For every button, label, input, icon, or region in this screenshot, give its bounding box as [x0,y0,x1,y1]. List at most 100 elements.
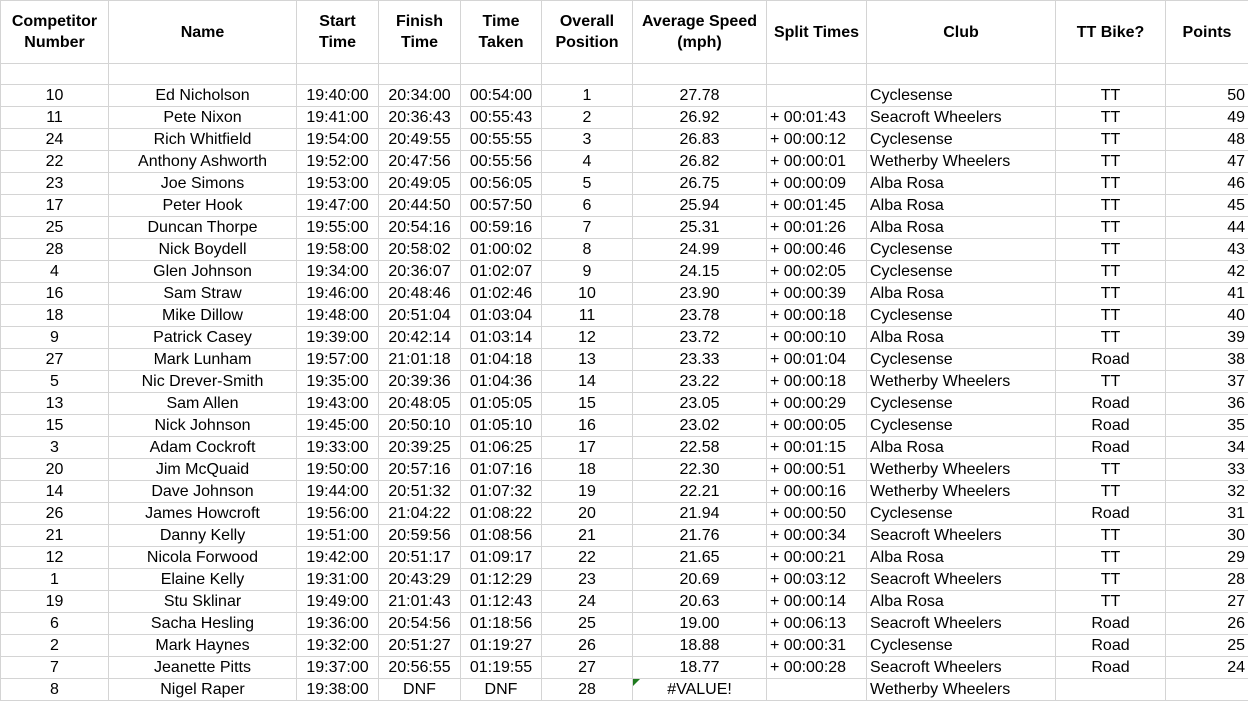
cell-time-taken[interactable]: 01:08:22 [460,502,542,525]
cell-name[interactable]: Jeanette Pitts [108,656,297,679]
cell-average-speed[interactable]: 23.72 [632,326,767,349]
cell-name[interactable]: Sam Straw [108,282,297,305]
cell-overall-position[interactable]: 9 [541,260,633,283]
cell-club[interactable]: Cyclesense [866,414,1056,437]
header-split-times[interactable]: Split Times [766,0,867,64]
cell-average-speed[interactable]: 22.58 [632,436,767,459]
cell-split-time[interactable]: + 00:00:39 [766,282,867,305]
cell-points[interactable]: 46 [1165,172,1248,195]
cell-name[interactable]: Joe Simons [108,172,297,195]
cell-average-speed[interactable]: 22.21 [632,480,767,503]
cell-average-speed[interactable]: 26.82 [632,150,767,173]
cell-finish-time[interactable]: 20:49:55 [378,128,461,151]
cell-club[interactable]: Wetherby Wheelers [866,678,1056,701]
cell-name[interactable]: Mike Dillow [108,304,297,327]
cell-split-time[interactable]: + 00:00:18 [766,370,867,393]
cell-club[interactable]: Alba Rosa [866,216,1056,239]
cell-tt-bike[interactable]: Road [1055,656,1166,679]
cell-club[interactable]: Seacroft Wheelers [866,524,1056,547]
cell[interactable] [378,63,461,85]
cell-time-taken[interactable]: 01:19:27 [460,634,542,657]
cell-finish-time[interactable]: 20:48:46 [378,282,461,305]
cell-average-speed[interactable]: 23.22 [632,370,767,393]
cell-time-taken[interactable]: 01:00:02 [460,238,542,261]
cell-club[interactable]: Wetherby Wheelers [866,150,1056,173]
cell-start-time[interactable]: 19:55:00 [296,216,379,239]
cell-average-speed[interactable]: 23.02 [632,414,767,437]
cell-finish-time[interactable]: 20:51:27 [378,634,461,657]
cell-name[interactable]: Nicola Forwood [108,546,297,569]
cell-club[interactable]: Cyclesense [866,304,1056,327]
cell-finish-time[interactable]: 20:39:36 [378,370,461,393]
error-indicator-icon[interactable] [633,679,640,686]
header-finish-time[interactable]: Finish Time [378,0,461,64]
cell-finish-time[interactable]: DNF [378,678,461,701]
cell-tt-bike[interactable]: Road [1055,502,1166,525]
cell-competitor-number[interactable]: 19 [0,590,109,613]
header-competitor-number[interactable]: Competitor Number [0,0,109,64]
cell-average-speed[interactable]: #VALUE! [632,678,767,701]
cell-club[interactable]: Cyclesense [866,502,1056,525]
cell-split-time[interactable]: + 00:00:34 [766,524,867,547]
cell-start-time[interactable]: 19:56:00 [296,502,379,525]
cell-overall-position[interactable]: 2 [541,106,633,129]
cell-name[interactable]: Anthony Ashworth [108,150,297,173]
cell-name[interactable]: Sacha Hesling [108,612,297,635]
cell-club[interactable]: Alba Rosa [866,326,1056,349]
cell-time-taken[interactable]: 01:05:10 [460,414,542,437]
cell-average-speed[interactable]: 24.99 [632,238,767,261]
cell-split-time[interactable]: + 00:01:15 [766,436,867,459]
cell-competitor-number[interactable]: 26 [0,502,109,525]
cell-time-taken[interactable]: 01:04:36 [460,370,542,393]
cell[interactable] [1165,63,1248,85]
cell-club[interactable]: Alba Rosa [866,590,1056,613]
cell-finish-time[interactable]: 21:01:18 [378,348,461,371]
cell-tt-bike[interactable]: TT [1055,260,1166,283]
cell-time-taken[interactable]: 00:55:56 [460,150,542,173]
header-club[interactable]: Club [866,0,1056,64]
cell-average-speed[interactable]: 23.90 [632,282,767,305]
cell-finish-time[interactable]: 20:54:16 [378,216,461,239]
cell-tt-bike[interactable]: TT [1055,106,1166,129]
cell-competitor-number[interactable]: 25 [0,216,109,239]
cell-start-time[interactable]: 19:48:00 [296,304,379,327]
cell-name[interactable]: Peter Hook [108,194,297,217]
cell-average-speed[interactable]: 26.83 [632,128,767,151]
cell-tt-bike[interactable]: Road [1055,634,1166,657]
header-name[interactable]: Name [108,0,297,64]
cell-competitor-number[interactable]: 7 [0,656,109,679]
cell-average-speed[interactable]: 27.78 [632,84,767,107]
cell-competitor-number[interactable]: 9 [0,326,109,349]
cell-start-time[interactable]: 19:45:00 [296,414,379,437]
cell-finish-time[interactable]: 21:01:43 [378,590,461,613]
cell-points[interactable]: 30 [1165,524,1248,547]
cell-points[interactable]: 47 [1165,150,1248,173]
cell-start-time[interactable]: 19:47:00 [296,194,379,217]
cell-split-time[interactable]: + 00:03:12 [766,568,867,591]
cell-tt-bike[interactable]: TT [1055,150,1166,173]
cell-competitor-number[interactable]: 4 [0,260,109,283]
cell[interactable] [632,63,767,85]
cell-time-taken[interactable]: 01:08:56 [460,524,542,547]
cell-overall-position[interactable]: 13 [541,348,633,371]
cell-time-taken[interactable]: 01:02:07 [460,260,542,283]
cell-name[interactable]: Pete Nixon [108,106,297,129]
cell-overall-position[interactable]: 6 [541,194,633,217]
cell-average-speed[interactable]: 26.92 [632,106,767,129]
cell-name[interactable]: Dave Johnson [108,480,297,503]
cell-overall-position[interactable]: 28 [541,678,633,701]
cell-average-speed[interactable]: 25.31 [632,216,767,239]
cell-points[interactable]: 41 [1165,282,1248,305]
cell-points[interactable]: 45 [1165,194,1248,217]
cell-tt-bike[interactable]: Road [1055,392,1166,415]
cell-points[interactable]: 26 [1165,612,1248,635]
cell-competitor-number[interactable]: 8 [0,678,109,701]
cell-points[interactable]: 50 [1165,84,1248,107]
cell-tt-bike[interactable]: TT [1055,282,1166,305]
cell-average-speed[interactable]: 21.94 [632,502,767,525]
cell-club[interactable]: Cyclesense [866,260,1056,283]
cell-average-speed[interactable]: 18.88 [632,634,767,657]
cell-time-taken[interactable]: 01:03:14 [460,326,542,349]
cell-time-taken[interactable]: DNF [460,678,542,701]
cell-club[interactable]: Cyclesense [866,84,1056,107]
